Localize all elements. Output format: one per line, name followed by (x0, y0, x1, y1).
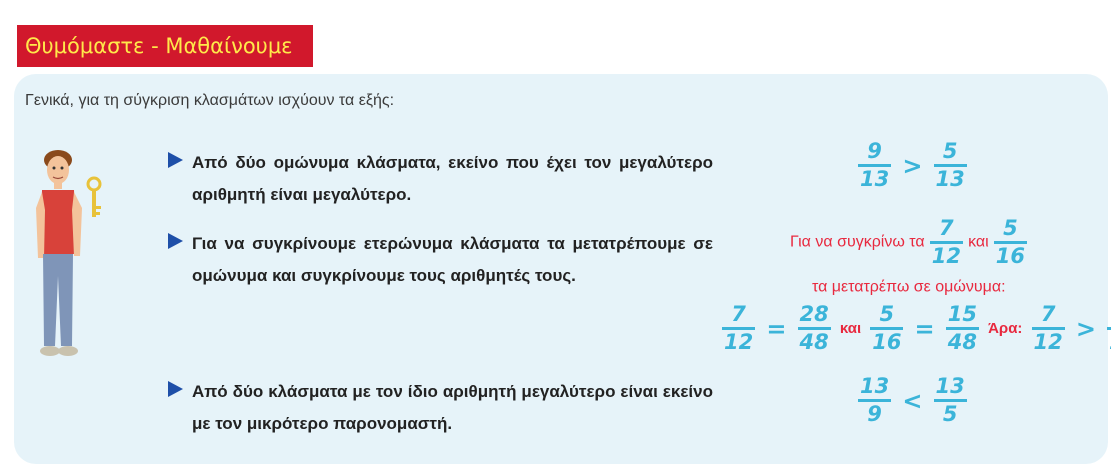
rule-text: Για να συγκρίνουμε ετερώνυμα κλάσματα τα… (192, 234, 713, 285)
example-1: 9 13 > 5 13 (858, 140, 967, 191)
example-3: 13 9 < 13 5 (858, 375, 967, 426)
fraction: 28 48 (797, 302, 831, 354)
comparison-sign: > (902, 151, 923, 180)
bullet-arrow-icon (168, 233, 183, 249)
fraction: 9 13 (858, 139, 892, 191)
rule-text: Από δύο ομώνυμα κλάσματα, εκείνο που έχε… (192, 153, 713, 204)
rule-text: Από δύο κλάσματα με τον ίδιο αριθμητή με… (192, 382, 713, 433)
section-title: Θυμόμαστε - Μαθαίνουμε (17, 25, 313, 67)
example-2-intro: Για να συγκρίνω τα (790, 233, 925, 251)
equals-sign: = (914, 314, 935, 343)
comparison-sign: > (1075, 314, 1096, 343)
fraction: 7 12 (929, 216, 963, 268)
rule-item-2: Για να συγκρίνουμε ετερώνυμα κλάσματα τα… (168, 228, 713, 292)
therefore-word: Άρα: (988, 320, 1023, 337)
example-2-line-2: τα μετατρέπω σε ομώνυμα: (812, 277, 1006, 297)
fraction: 516 (1107, 303, 1111, 354)
example-2-convert-text: τα μετατρέπω σε ομώνυμα: (812, 278, 1006, 296)
equals-sign: = (766, 314, 787, 343)
fraction: 7 12 (722, 302, 756, 354)
key-icon (86, 176, 102, 217)
comparison-sign: < (902, 386, 923, 415)
fraction: 13 9 (858, 374, 892, 426)
example-2-line-1: Για να συγκρίνω τα 7 12 και 5 16 (790, 217, 1027, 268)
example-2-line-3: 712 = 2848 και 516 = 1548 Άρα: 712 > 516 (722, 303, 1111, 354)
rule-item-1: Από δύο ομώνυμα κλάσματα, εκείνο που έχε… (168, 147, 713, 211)
bullet-arrow-icon (168, 152, 183, 168)
and-word: και (839, 320, 862, 337)
fraction: 516 (993, 216, 1027, 268)
fraction: 13 5 (933, 374, 967, 426)
fraction: 5 13 (933, 139, 967, 191)
fraction: 7 12 (1031, 302, 1065, 354)
rule-item-3: Από δύο κλάσματα με τον ίδιο αριθμητή με… (168, 376, 713, 440)
boy-illustration (36, 150, 102, 356)
intro-text: Γενικά, για τη σύγκριση κλασμάτων ισχύου… (25, 92, 395, 109)
and-word: και (968, 233, 989, 251)
fraction: 516 (870, 302, 904, 354)
fraction: 15 48 (945, 302, 979, 354)
bullet-arrow-icon (168, 381, 183, 397)
